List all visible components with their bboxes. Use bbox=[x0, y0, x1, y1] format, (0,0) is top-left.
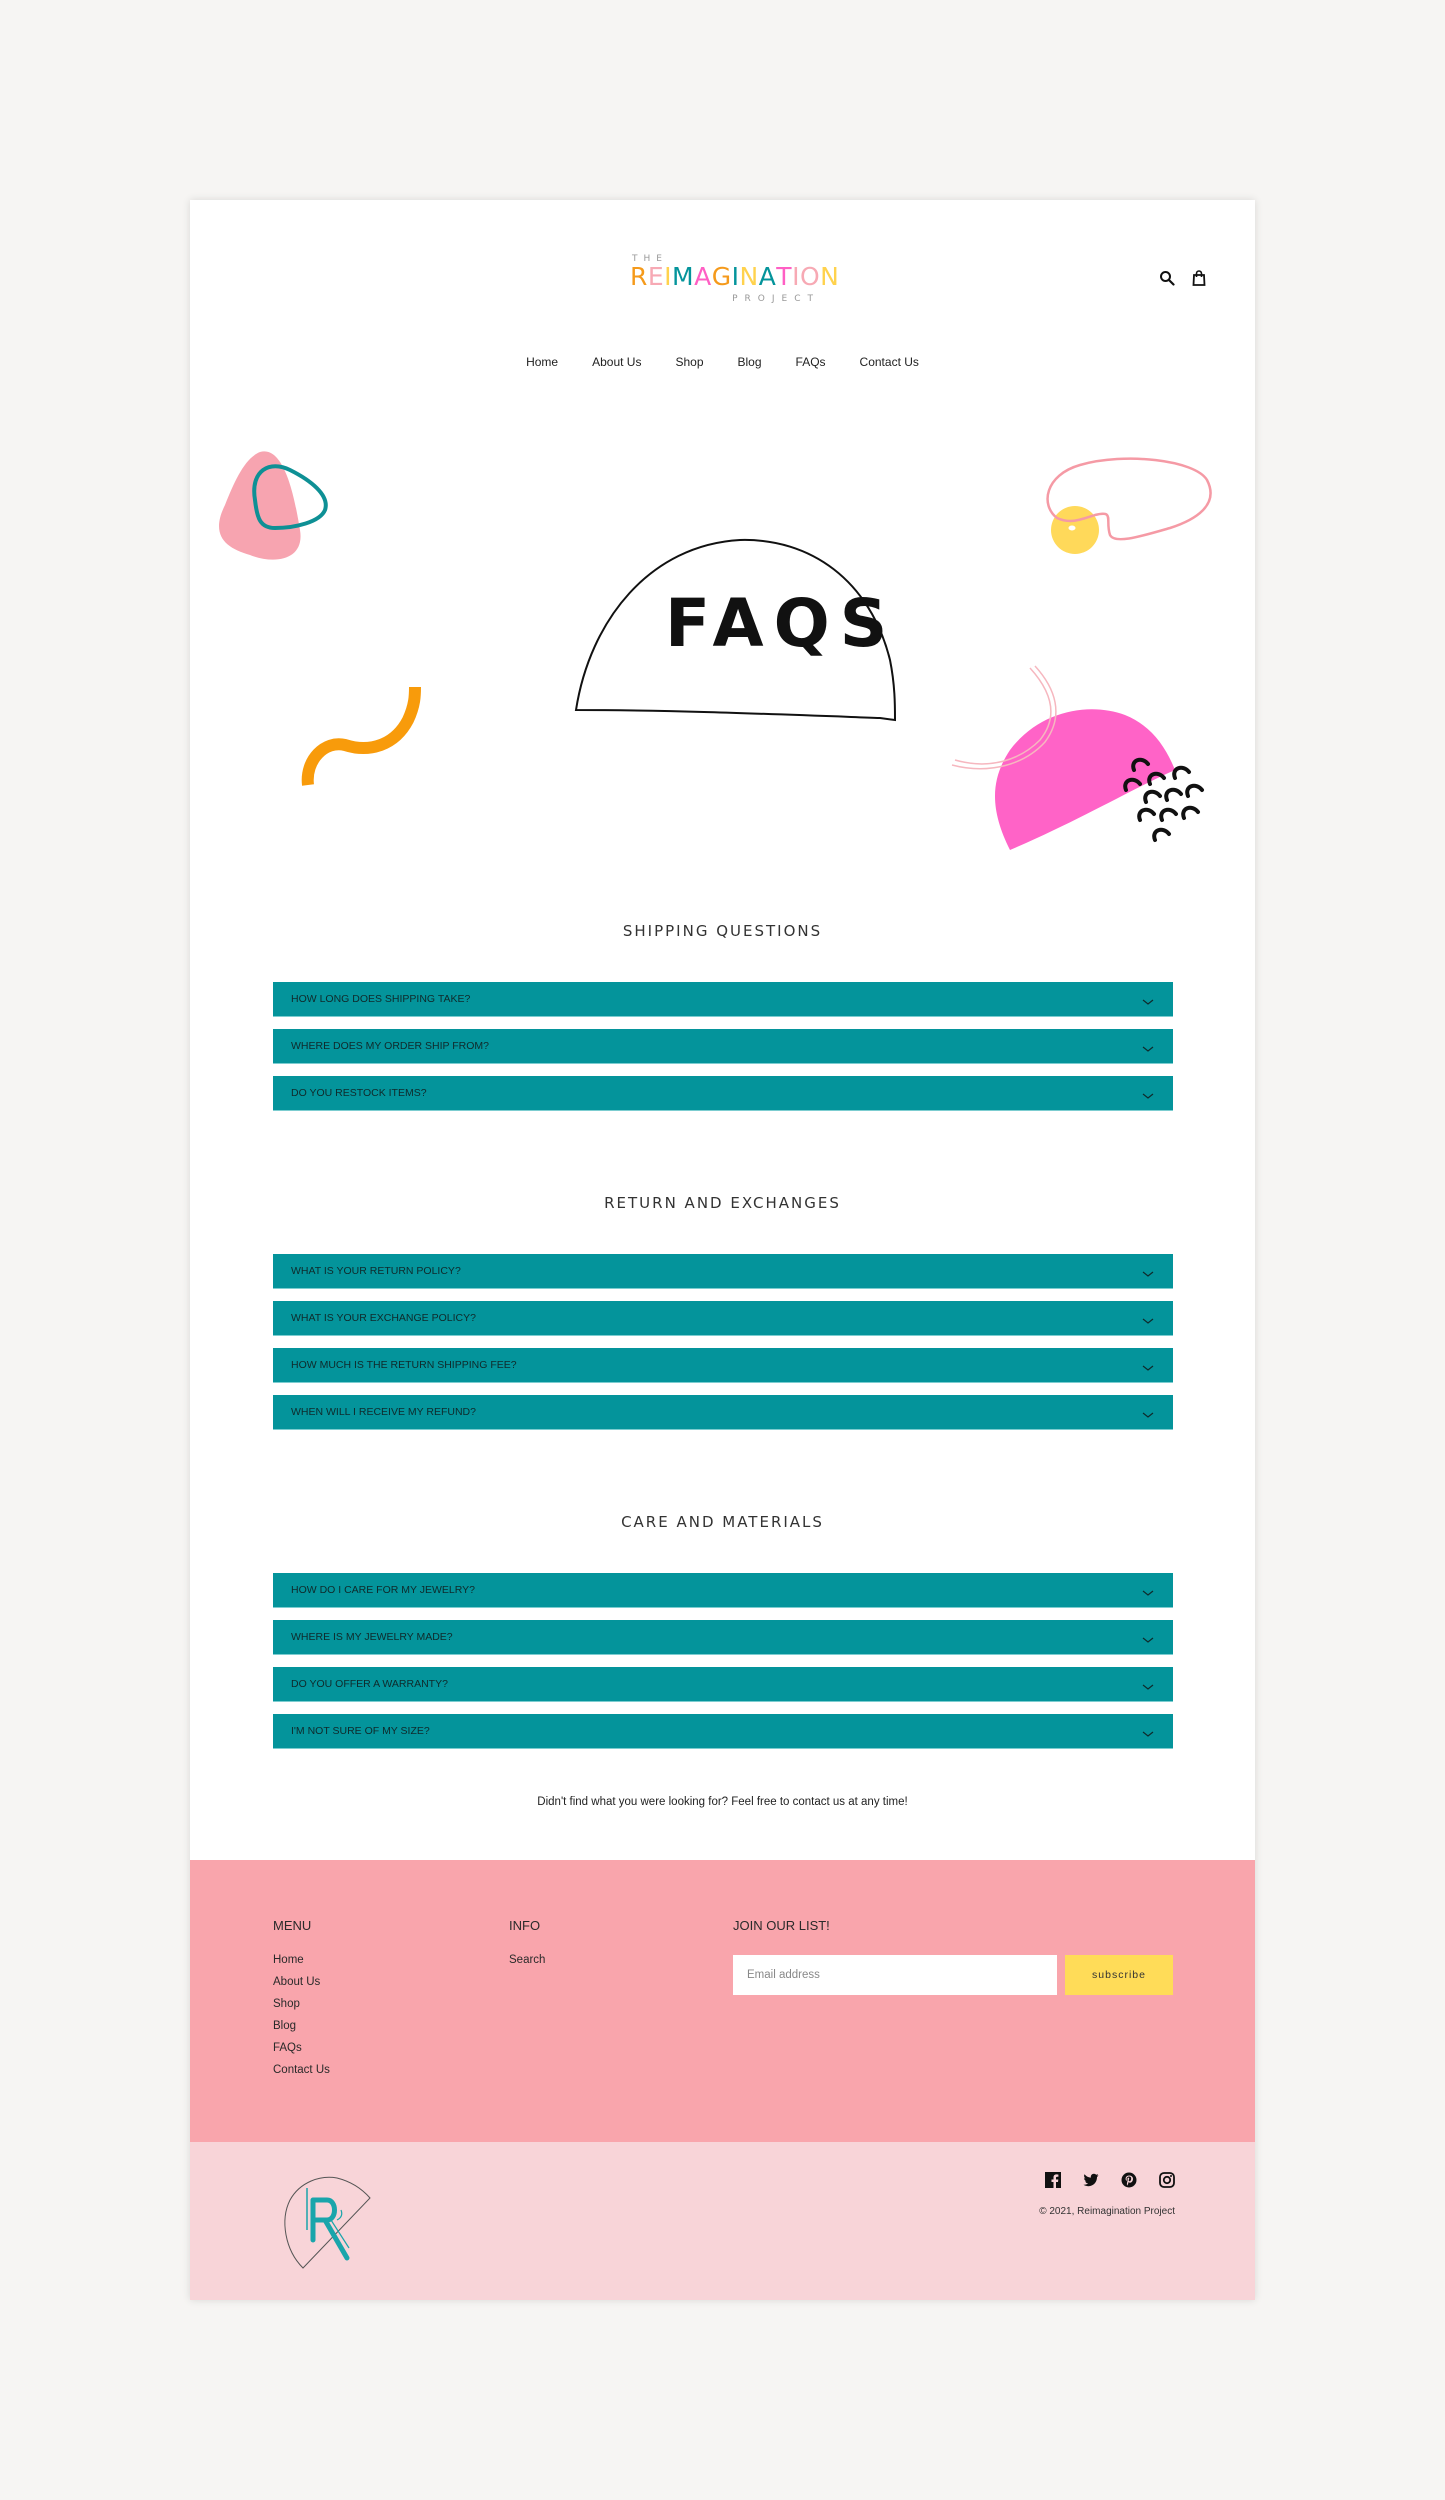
faq-question: DO YOU OFFER A WARRANTY? bbox=[291, 1678, 448, 1690]
faq-question: HOW MUCH IS THE RETURN SHIPPING FEE? bbox=[291, 1359, 517, 1371]
logo-letter: N bbox=[739, 262, 759, 291]
logo-letter: I bbox=[792, 262, 800, 291]
chevron-down-icon bbox=[1141, 1041, 1155, 1052]
logo-letter: I bbox=[664, 262, 673, 291]
footer-info-title: INFO bbox=[509, 1918, 541, 1933]
pinterest-icon[interactable] bbox=[1121, 2172, 1137, 2188]
logo-letter: I bbox=[731, 262, 740, 291]
faq-item[interactable]: WHAT IS YOUR EXCHANGE POLICY? bbox=[273, 1301, 1173, 1336]
faq-question: WHERE IS MY JEWELRY MADE? bbox=[291, 1631, 453, 1643]
sub-footer: © 2021, Reimagination Project bbox=[190, 2142, 1255, 2300]
chevron-down-icon bbox=[1141, 994, 1155, 1005]
logo-letter: T bbox=[776, 262, 793, 291]
faq-item[interactable]: HOW DO I CARE FOR MY JEWELRY? bbox=[273, 1573, 1173, 1608]
footer-link-contact-us[interactable]: Contact Us bbox=[273, 2063, 330, 2077]
logo-letter: A bbox=[694, 262, 712, 291]
faq-item[interactable]: WHERE IS MY JEWELRY MADE? bbox=[273, 1620, 1173, 1655]
footer-newsletter-title: JOIN OUR LIST! bbox=[733, 1918, 830, 1933]
chevron-down-icon bbox=[1141, 1585, 1155, 1596]
faq-item[interactable]: WHAT IS YOUR RETURN POLICY? bbox=[273, 1254, 1173, 1289]
logo-letter: A bbox=[758, 262, 777, 291]
logo-wordmark: REIMAGINATION bbox=[630, 262, 839, 291]
chevron-down-icon bbox=[1141, 1679, 1155, 1690]
nav-shop[interactable]: Shop bbox=[675, 355, 703, 369]
social-links bbox=[1045, 2172, 1175, 2188]
chevron-down-icon bbox=[1141, 1266, 1155, 1277]
section-title-returns: RETURN AND EXCHANGES bbox=[604, 1194, 841, 1212]
site-logo[interactable]: THE REIMAGINATION PROJECT bbox=[630, 252, 839, 312]
footer-info: INFO Search bbox=[509, 1918, 545, 1975]
footer: MENU Home About Us Shop Blog FAQs Contac… bbox=[190, 1860, 1255, 2142]
chevron-down-icon bbox=[1141, 1726, 1155, 1737]
faq-question: WHAT IS YOUR EXCHANGE POLICY? bbox=[291, 1312, 476, 1324]
footer-link-home[interactable]: Home bbox=[273, 1953, 330, 1967]
section-title-care: CARE AND MATERIALS bbox=[621, 1513, 824, 1531]
footer-link-search[interactable]: Search bbox=[509, 1953, 545, 1967]
instagram-icon[interactable] bbox=[1159, 2172, 1175, 2188]
faq-question: WHEN WILL I RECEIVE MY REFUND? bbox=[291, 1406, 476, 1418]
footer-menu-title: MENU bbox=[273, 1918, 312, 1933]
cart-icon[interactable] bbox=[1191, 270, 1207, 286]
section-title-shipping: SHIPPING QUESTIONS bbox=[622, 922, 823, 940]
faq-item[interactable]: DO YOU RESTOCK ITEMS? bbox=[273, 1076, 1173, 1111]
faq-list-shipping: HOW LONG DOES SHIPPING TAKE? WHERE DOES … bbox=[273, 982, 1173, 1123]
nav-contact-us[interactable]: Contact Us bbox=[860, 355, 919, 369]
footer-link-shop[interactable]: Shop bbox=[273, 1997, 330, 2011]
faq-question: I'M NOT SURE OF MY SIZE? bbox=[291, 1725, 430, 1737]
faq-question: HOW DO I CARE FOR MY JEWELRY? bbox=[291, 1584, 475, 1596]
header-icons bbox=[1159, 270, 1207, 286]
help-text: Didn't find what you were looking for? F… bbox=[537, 1796, 908, 1808]
logo-letter: R bbox=[630, 262, 648, 291]
pink-blob-teal-loop-decoration bbox=[219, 451, 328, 560]
faq-list-care: HOW DO I CARE FOR MY JEWELRY? WHERE IS M… bbox=[273, 1573, 1173, 1761]
logo-letter: N bbox=[820, 262, 840, 291]
search-icon[interactable] bbox=[1159, 270, 1175, 286]
logo-project: PROJECT bbox=[732, 294, 820, 304]
chevron-down-icon bbox=[1141, 1088, 1155, 1099]
footer-link-blog[interactable]: Blog bbox=[273, 2019, 330, 2033]
logo-letter: O bbox=[799, 262, 821, 291]
faq-list-returns: WHAT IS YOUR RETURN POLICY? WHAT IS YOUR… bbox=[273, 1254, 1173, 1442]
faq-item[interactable]: HOW LONG DOES SHIPPING TAKE? bbox=[273, 982, 1173, 1017]
faq-item[interactable]: WHERE DOES MY ORDER SHIP FROM? bbox=[273, 1029, 1173, 1064]
faq-question: WHERE DOES MY ORDER SHIP FROM? bbox=[291, 1040, 489, 1052]
faq-question: DO YOU RESTOCK ITEMS? bbox=[291, 1087, 427, 1099]
logo-letter: M bbox=[672, 262, 695, 291]
footer-menu: MENU Home About Us Shop Blog FAQs Contac… bbox=[273, 1918, 330, 2085]
twitter-icon[interactable] bbox=[1083, 2172, 1099, 2188]
copyright: © 2021, Reimagination Project bbox=[1039, 2206, 1175, 2217]
pink-loop-yellow-dot-decoration bbox=[1046, 457, 1212, 554]
magenta-half-circle-decoration bbox=[951, 665, 1204, 850]
email-field[interactable] bbox=[733, 1955, 1057, 1995]
faq-item[interactable]: DO YOU OFFER A WARRANTY? bbox=[273, 1667, 1173, 1702]
nav-faqs[interactable]: FAQs bbox=[796, 355, 826, 369]
faq-item[interactable]: I'M NOT SURE OF MY SIZE? bbox=[273, 1714, 1173, 1749]
faq-question: WHAT IS YOUR RETURN POLICY? bbox=[291, 1265, 461, 1277]
logo-letter: G bbox=[711, 262, 732, 291]
hero-title: FAQS bbox=[665, 585, 898, 662]
chevron-down-icon bbox=[1141, 1632, 1155, 1643]
faq-question: HOW LONG DOES SHIPPING TAKE? bbox=[291, 993, 471, 1005]
orange-squiggle-decoration bbox=[301, 686, 421, 786]
faq-item[interactable]: HOW MUCH IS THE RETURN SHIPPING FEE? bbox=[273, 1348, 1173, 1383]
nav-blog[interactable]: Blog bbox=[738, 355, 762, 369]
page-card: THE REIMAGINATION PROJECT Home About Us … bbox=[190, 200, 1255, 2300]
nav-about-us[interactable]: About Us bbox=[592, 355, 641, 369]
subscribe-button[interactable]: subscribe bbox=[1065, 1955, 1173, 1995]
footer-logo-mark[interactable] bbox=[275, 2170, 375, 2270]
faq-item[interactable]: WHEN WILL I RECEIVE MY REFUND? bbox=[273, 1395, 1173, 1430]
footer-link-faqs[interactable]: FAQs bbox=[273, 2041, 330, 2055]
nav-home[interactable]: Home bbox=[526, 355, 558, 369]
logo-letter: E bbox=[647, 262, 665, 291]
chevron-down-icon bbox=[1141, 1360, 1155, 1371]
footer-newsletter: JOIN OUR LIST! bbox=[733, 1918, 830, 1953]
hero-banner: FAQS bbox=[190, 440, 1255, 860]
main-nav: Home About Us Shop Blog FAQs Contact Us bbox=[190, 355, 1255, 369]
footer-link-about-us[interactable]: About Us bbox=[273, 1975, 330, 1989]
chevron-down-icon bbox=[1141, 1313, 1155, 1324]
chevron-down-icon bbox=[1141, 1407, 1155, 1418]
facebook-icon[interactable] bbox=[1045, 2172, 1061, 2188]
